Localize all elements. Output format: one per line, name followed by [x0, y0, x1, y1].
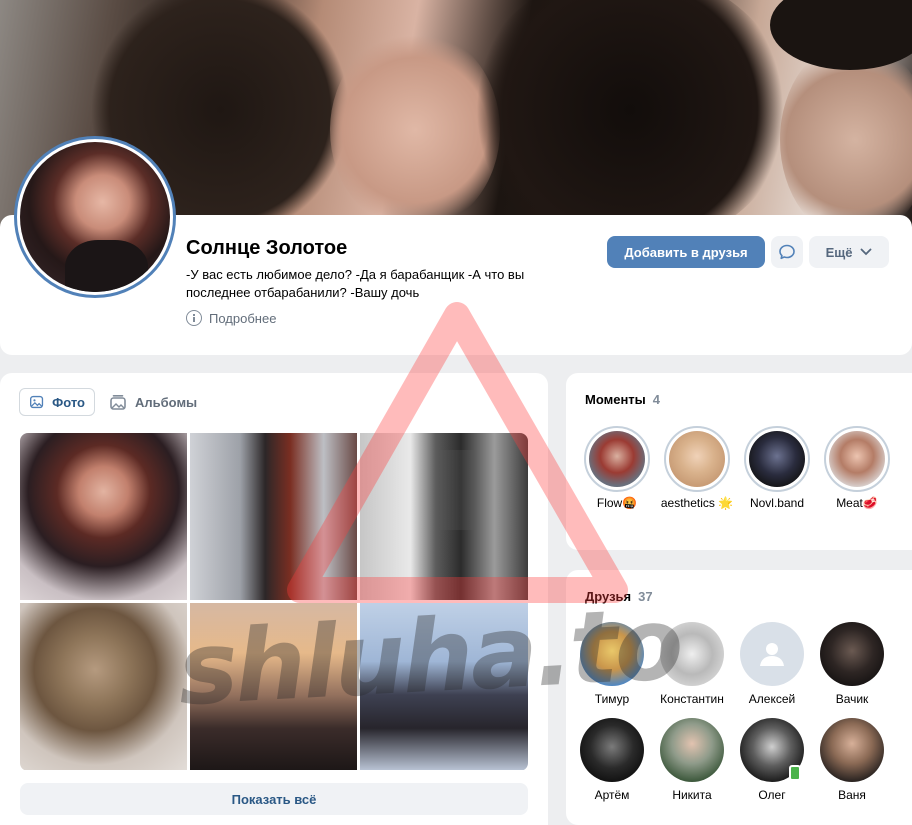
friend-name[interactable]: Олег [728, 788, 816, 802]
friend-avatar[interactable] [820, 622, 884, 686]
profile-name: Солнце Золотое [186, 237, 348, 259]
profile-status: -У вас есть любимое дело? -Да я барабанщ… [186, 267, 525, 300]
show-all-photos-button[interactable]: Показать всё [20, 783, 528, 815]
story-label: Meat🥩 [836, 496, 878, 510]
user-placeholder-icon [760, 643, 784, 666]
message-button[interactable] [771, 236, 803, 268]
more-info-link[interactable]: Подробнее [186, 310, 276, 326]
friend-name[interactable]: Никита [648, 788, 736, 802]
photo-thumbnail[interactable] [360, 433, 528, 600]
friend-name[interactable]: Тимур [568, 692, 656, 706]
tab-albums[interactable]: Альбомы [100, 388, 206, 416]
add-friend-button[interactable]: Добавить в друзья [607, 236, 765, 268]
photo-thumbnail[interactable] [190, 603, 357, 770]
moments-title-label: Моменты [585, 392, 646, 407]
more-menu-button[interactable]: Ещё [809, 236, 889, 268]
tab-photos[interactable]: Фото [19, 388, 95, 416]
avatar-image [20, 142, 170, 292]
tab-photos-label: Фото [52, 394, 85, 410]
friend-name[interactable]: Вачик [808, 692, 896, 706]
friend-name[interactable]: Константин [648, 692, 736, 706]
moments-title[interactable]: Моменты 4 [585, 392, 660, 407]
moments-count: 4 [652, 392, 661, 407]
message-icon [779, 244, 795, 260]
story-image [669, 431, 725, 487]
photo-grid [20, 433, 528, 771]
friend-name[interactable]: Алексей [728, 692, 816, 706]
story-image [749, 431, 805, 487]
story-label: Novl.band [749, 496, 805, 510]
story-label: Flow🤬 [596, 496, 638, 510]
photo-thumbnail[interactable] [190, 433, 357, 600]
more-info-label: Подробнее [209, 310, 277, 326]
more-menu-label: Ещё [825, 244, 853, 260]
story-avatar[interactable] [744, 426, 810, 492]
cover-shape [770, 0, 912, 70]
online-mobile-icon [789, 765, 801, 781]
friends-count: 37 [638, 589, 653, 604]
info-icon [186, 310, 202, 326]
friend-avatar[interactable] [820, 718, 884, 782]
friends-title-label: Друзья [585, 589, 632, 604]
photo-thumbnail[interactable] [20, 603, 187, 770]
story-avatar[interactable] [584, 426, 650, 492]
cover-shape [470, 0, 790, 230]
photo-icon [30, 395, 44, 409]
albums-icon [110, 395, 126, 410]
photo-thumbnail[interactable] [360, 603, 528, 770]
friend-avatar[interactable] [580, 622, 644, 686]
friend-avatar[interactable] [660, 622, 724, 686]
friend-avatar[interactable] [660, 718, 724, 782]
friend-name[interactable]: Артём [568, 788, 656, 802]
story-label: aesthetics 🌟 [660, 496, 734, 510]
tab-albums-label: Альбомы [135, 394, 198, 410]
chevron-down-icon [861, 248, 872, 256]
story-image [589, 431, 645, 487]
profile-avatar[interactable] [14, 136, 176, 298]
story-avatar[interactable] [824, 426, 890, 492]
friends-title[interactable]: Друзья 37 [585, 589, 653, 604]
story-image [829, 431, 885, 487]
friend-avatar[interactable] [740, 622, 804, 686]
photo-thumbnail[interactable] [20, 433, 187, 600]
story-avatar[interactable] [664, 426, 730, 492]
friend-avatar[interactable] [580, 718, 644, 782]
friend-name[interactable]: Ваня [808, 788, 896, 802]
